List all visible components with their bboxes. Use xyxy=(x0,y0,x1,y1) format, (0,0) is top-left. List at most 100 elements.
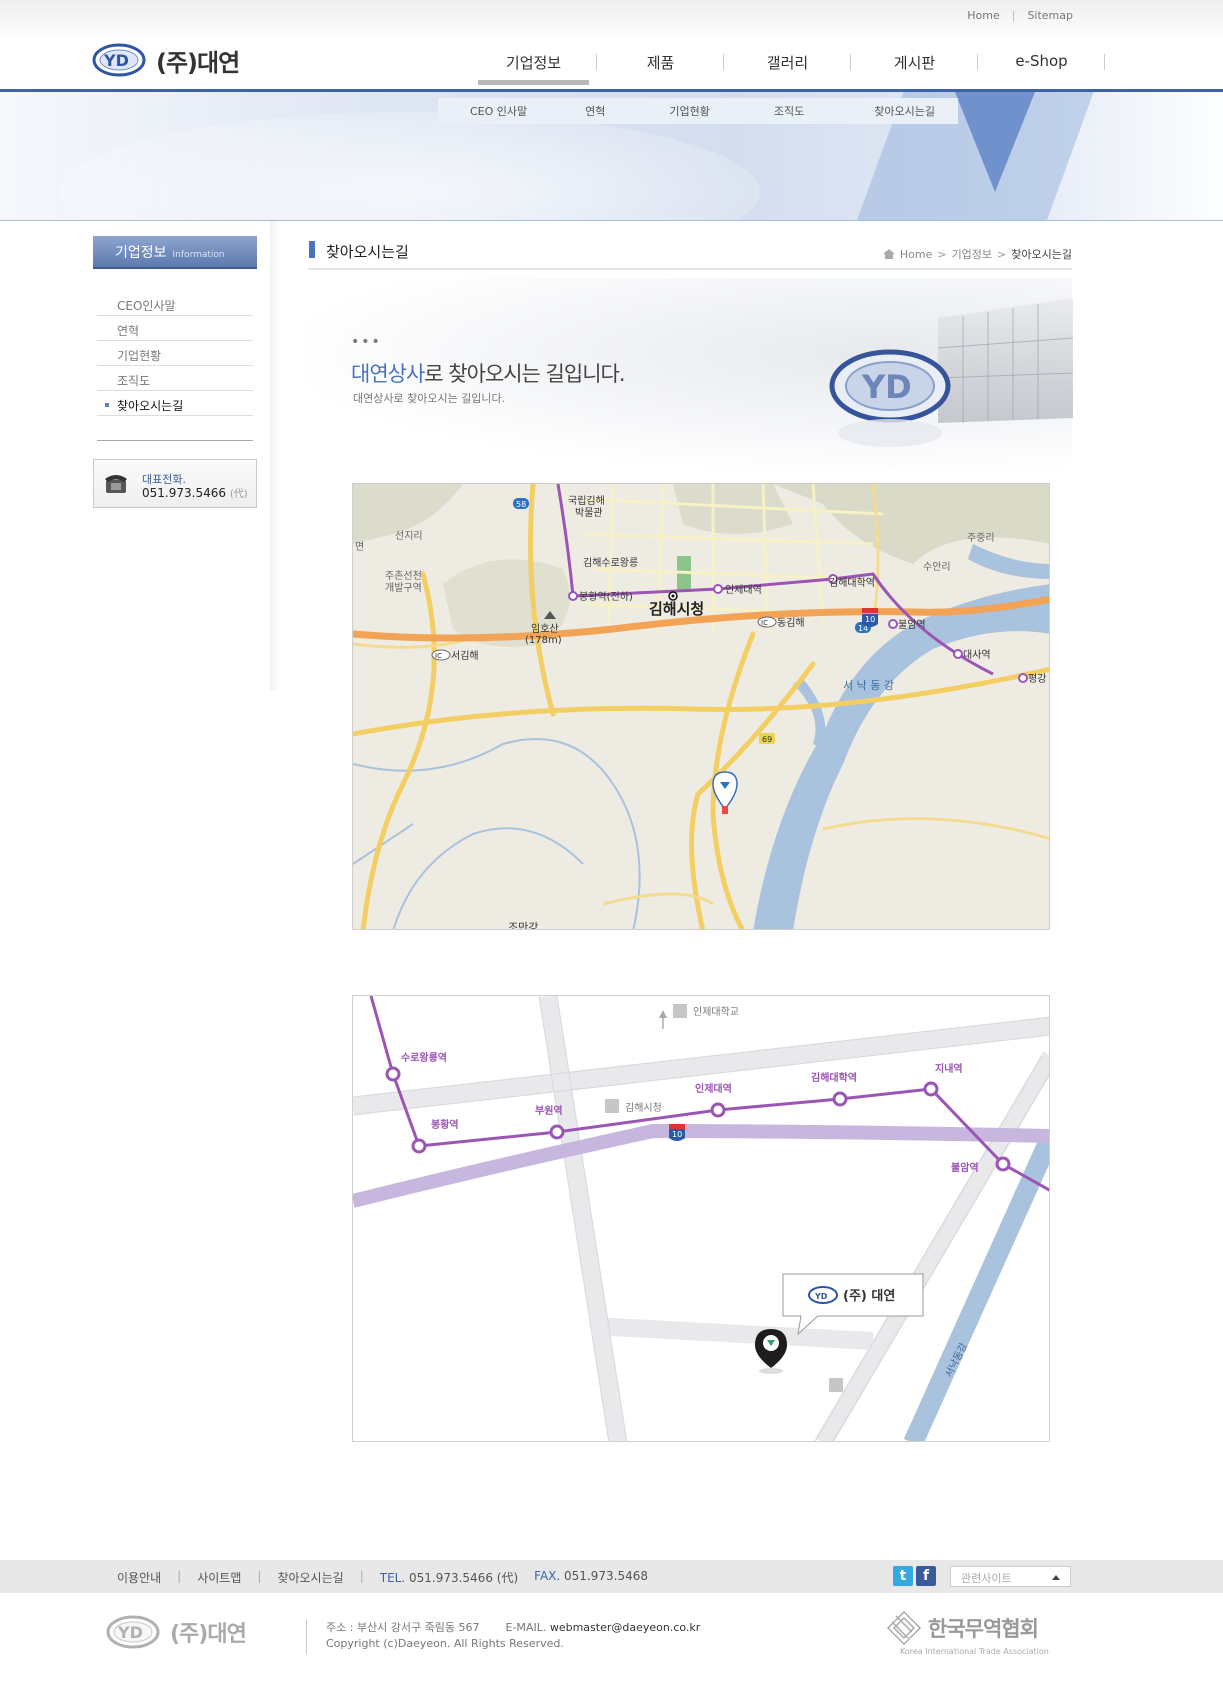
landmark-univ: 인제대학교 xyxy=(659,1004,739,1029)
kita-name: 한국무역협회 xyxy=(928,1617,1039,1641)
gnb-gallery[interactable]: 갤러리 xyxy=(724,52,851,73)
label-nakdong: 서 낙 동 강 xyxy=(843,679,894,692)
map-pin-icon[interactable] xyxy=(755,1329,787,1374)
footer-bar: 이용안내 | 사이트맵 | 찾아오시는길 | TEL. 051.973.5466 (代… xyxy=(0,1560,1223,1593)
footer-tel: TEL. 051.973.5466 (代) xyxy=(380,1569,518,1586)
station-gimhae-univ: 김해대학역 xyxy=(811,1071,857,1084)
label-suanri: 수안리 xyxy=(923,561,951,573)
gnb-eshop[interactable]: e-Shop xyxy=(978,52,1105,73)
breadcrumb-home[interactable]: Home xyxy=(900,248,932,261)
footer-email: E-MAIL. webmaster@daeyeon.co.kr xyxy=(506,1621,701,1634)
area-map[interactable]: 58 14 69 10 IC IC 국립김해 박물관 김해수로왕릉 선지리 주촌… xyxy=(352,483,1050,930)
sidebar-phone-box: 대표전화. 051.973.5466 (代) xyxy=(93,459,257,508)
utility-links: Home | Sitemap xyxy=(967,9,1073,22)
landmark-cityhall-label: 김해시청 xyxy=(625,1101,662,1114)
separator: | xyxy=(177,1569,182,1583)
label-museum-a: 국립김해 xyxy=(568,494,605,507)
label-jucheon-a: 주촌선천 xyxy=(385,570,422,582)
footer-link-sitemap[interactable]: 사이트맵 xyxy=(197,1569,241,1586)
label-suro: 김해수로왕릉 xyxy=(583,556,638,569)
label-gimhae-univ: 김해대학역 xyxy=(829,576,875,589)
site-logo[interactable]: YD (주)대연 xyxy=(92,40,240,80)
footer-info: 주소 : 부산시 강서구 죽림동 567 E-MAIL. webmaster@da… xyxy=(326,1620,700,1652)
river xyxy=(793,679,826,749)
schematic-map-svg: 서낙동강 경인고속도로 10 인제대학교 김해시청 수로왕릉역 봉황역 부원역 … xyxy=(353,996,1049,1441)
yd-logo-icon: YD xyxy=(814,1292,828,1301)
route-69-label: 69 xyxy=(762,735,772,744)
sidebar-item-status[interactable]: 기업현황 xyxy=(97,341,253,366)
footer-fax-label: FAX. xyxy=(534,1569,561,1583)
facebook-icon[interactable]: f xyxy=(916,1566,936,1586)
chevron-right-icon: > xyxy=(937,247,947,261)
sub-nav: CEO 인사말 연혁 기업현황 조직도 찾아오시는길 xyxy=(438,98,958,124)
footer-divider xyxy=(306,1620,307,1654)
sidebar-item-organization[interactable]: 조직도 xyxy=(97,366,253,391)
phone-number-value: 051.973.5466 xyxy=(142,486,226,500)
footer-fax-value: 051.973.5468 xyxy=(564,1569,648,1583)
social-links: t f xyxy=(893,1566,939,1586)
related-sites-select[interactable]: 관련사이트 xyxy=(950,1566,1071,1587)
intro-subheading: 대연상사로 찾아오시는 길입니다. xyxy=(353,392,506,405)
label-inje: 인제대역 xyxy=(725,584,762,596)
brand-name: (주)대연 xyxy=(156,48,240,77)
breadcrumb-company[interactable]: 기업정보 xyxy=(952,246,992,262)
footer-email-value[interactable]: webmaster@daeyeon.co.kr xyxy=(550,1621,700,1634)
sidebar-shadow xyxy=(270,220,280,690)
lnb-directions[interactable]: 찾아오시는길 xyxy=(874,103,935,119)
intro-banner: ••• 대연상사로 찾아오시는 길입니다. 대연상사로 찾아오시는 길입니다. … xyxy=(308,278,1074,468)
intro-highlight: 대연상사 xyxy=(351,362,425,386)
label-museum-b: 박물관 xyxy=(575,507,603,519)
lnb-ceo[interactable]: CEO 인사말 xyxy=(470,103,527,119)
gnb-board[interactable]: 게시판 xyxy=(851,52,978,73)
sidebar: 기업정보 Information CEO인사말 연혁 기업현황 조직도 찾아오시는… xyxy=(93,236,257,508)
gnb-products[interactable]: 제품 xyxy=(597,52,724,73)
footer-address: 주소 : 부산시 강서구 죽림동 567 xyxy=(326,1621,480,1634)
separator: | xyxy=(1011,9,1016,22)
location-pin-icon[interactable] xyxy=(712,771,738,814)
footer-link-directions[interactable]: 찾아오시는길 xyxy=(277,1569,343,1586)
minor-roads xyxy=(353,484,1049,906)
sitemap-link[interactable]: Sitemap xyxy=(1027,9,1073,22)
label-cityhall: 김해시청 xyxy=(649,600,704,618)
sidebar-divider xyxy=(97,440,253,441)
station-buwon: 부원역 xyxy=(535,1104,563,1117)
kita-logo[interactable]: 한국무역협회 Korea International Trade Associa… xyxy=(884,1610,1064,1660)
top-visual-banner: CEO 인사말 연혁 기업현황 조직도 찾아오시는길 xyxy=(0,92,1223,221)
label-ic-seo: 서김해 xyxy=(451,649,479,662)
ic-label: IC xyxy=(761,619,768,627)
sidebar-title-en: Information xyxy=(172,250,225,260)
gnb-company-info[interactable]: 기업정보 xyxy=(470,52,597,85)
ic-label: IC xyxy=(435,652,442,660)
area-map-svg: 58 14 69 10 IC IC 국립김해 박물관 김해수로왕릉 선지리 주촌… xyxy=(353,484,1049,929)
svg-text:YD: YD xyxy=(117,1623,143,1642)
company-label: (주) 대연 xyxy=(843,1289,895,1304)
highway-shield-icon: 10 xyxy=(669,1124,685,1141)
label-jujungri: 주중리 xyxy=(967,532,995,544)
sidebar-item-ceo[interactable]: CEO인사말 xyxy=(97,291,253,316)
breadcrumb: Home > 기업정보 > 찾아오시는길 xyxy=(882,246,1072,262)
main-roads xyxy=(353,484,1049,929)
caret-up-icon xyxy=(1052,1575,1060,1580)
lnb-status[interactable]: 기업현황 xyxy=(669,103,709,119)
station-jinae: 지내역 xyxy=(935,1062,963,1075)
content-title-bar: 찾아오시는길 Home > 기업정보 > 찾아오시는길 xyxy=(308,240,1072,270)
schematic-map[interactable]: 서낙동강 경인고속도로 10 인제대학교 김해시청 수로왕릉역 봉황역 부원역 … xyxy=(352,995,1050,1442)
sidebar-item-history[interactable]: 연혁 xyxy=(97,316,253,341)
kita-emblem-icon xyxy=(886,1610,922,1646)
phone-suffix: (代) xyxy=(229,489,248,500)
label-bonghwang: 봉황역(전하) xyxy=(579,590,633,603)
lnb-organization[interactable]: 조직도 xyxy=(774,103,804,119)
label-daesa: 대사역 xyxy=(963,649,991,661)
twitter-icon[interactable]: t xyxy=(893,1566,913,1586)
title-marker xyxy=(309,241,315,258)
footer-nav: 이용안내 | 사이트맵 | 찾아오시는길 | TEL. 051.973.5466 (代… xyxy=(117,1569,664,1586)
label-seonjiri: 선지리 xyxy=(395,530,423,542)
footer-link-guide[interactable]: 이용안내 xyxy=(117,1569,161,1586)
route-58-label: 58 xyxy=(516,500,526,509)
route-10-label: 10 xyxy=(865,615,875,624)
home-link[interactable]: Home xyxy=(967,9,999,22)
sidebar-item-directions[interactable]: 찾아오시는길 xyxy=(97,391,253,416)
lnb-history[interactable]: 연혁 xyxy=(585,103,605,119)
banner-glow xyxy=(60,112,760,220)
kita-name-en: Korea International Trade Association xyxy=(900,1647,1049,1656)
